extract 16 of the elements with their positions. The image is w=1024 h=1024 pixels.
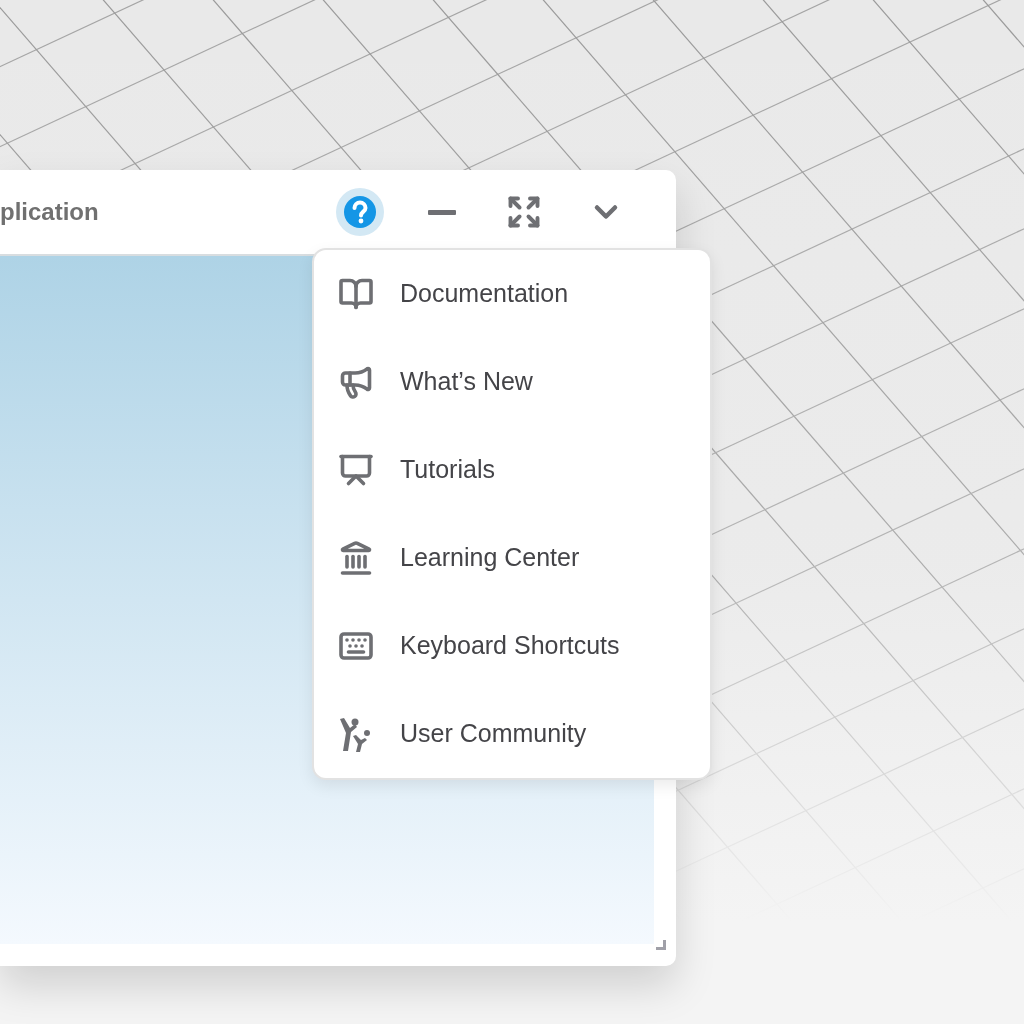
menu-item[interactable]: Documentation: [314, 250, 710, 338]
menu-item[interactable]: Tutorials: [314, 426, 710, 514]
menu-item[interactable]: Learning Center: [314, 514, 710, 602]
minimize-icon: [428, 209, 456, 215]
building-icon: [338, 540, 374, 576]
expand-icon: [506, 194, 542, 230]
resize-handle[interactable]: [656, 940, 666, 950]
menu-item[interactable]: What’s New: [314, 338, 710, 426]
help-button[interactable]: [336, 188, 384, 236]
window-title: plication: [0, 197, 99, 227]
help-icon: [343, 195, 377, 229]
presentation-icon: [338, 452, 374, 488]
menu-item[interactable]: User Community: [314, 690, 710, 778]
megaphone-icon: [338, 364, 374, 400]
book-icon: [338, 276, 374, 312]
menu-item[interactable]: Keyboard Shortcuts: [314, 602, 710, 690]
